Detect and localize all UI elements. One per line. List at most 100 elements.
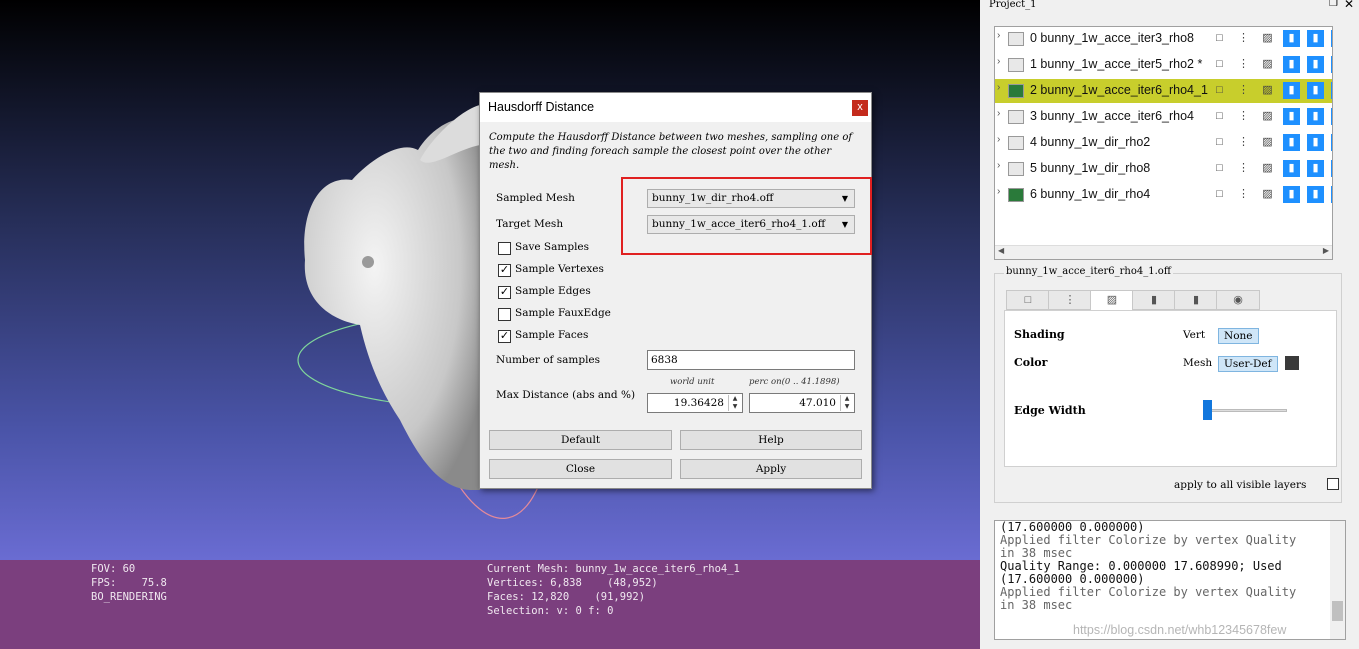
texture-icon[interactable]: ▮ bbox=[1307, 56, 1324, 73]
layer-visibility-icon[interactable] bbox=[1008, 58, 1024, 72]
flat-shade-icon[interactable]: ▮ bbox=[1283, 108, 1300, 125]
layer-visibility-icon[interactable] bbox=[1008, 84, 1024, 98]
smooth-icon[interactable]: ◉ bbox=[1331, 108, 1332, 125]
points-icon[interactable]: ⋮ bbox=[1235, 82, 1252, 99]
bbox-icon[interactable]: □ bbox=[1211, 30, 1228, 47]
smooth-icon[interactable]: ◉ bbox=[1331, 56, 1332, 73]
tab-wireframe-icon[interactable]: ▨ bbox=[1090, 290, 1134, 311]
smooth-icon[interactable]: ◉ bbox=[1331, 30, 1332, 47]
help-button[interactable]: Help bbox=[680, 430, 862, 450]
current-mesh-text: Current Mesh: bunny_1w_acce_iter6_rho4_1 bbox=[487, 563, 740, 575]
smooth-icon[interactable]: ◉ bbox=[1331, 186, 1332, 203]
expand-arrow-icon[interactable]: › bbox=[997, 160, 1000, 171]
color-swatch[interactable] bbox=[1285, 356, 1299, 370]
bbox-icon[interactable]: □ bbox=[1211, 56, 1228, 73]
bbox-icon[interactable]: □ bbox=[1211, 186, 1228, 203]
layer-row[interactable]: › 0 bunny_1w_acce_iter3_rho8 □ ⋮ ▨ ▮ ▮ ◉ bbox=[995, 27, 1332, 51]
mesh-color-button[interactable]: User-Def bbox=[1218, 356, 1278, 372]
flat-shade-icon[interactable]: ▮ bbox=[1283, 30, 1300, 47]
flat-shade-icon[interactable]: ▮ bbox=[1283, 160, 1300, 177]
flat-shade-icon[interactable]: ▮ bbox=[1283, 134, 1300, 151]
log-scrollbar[interactable] bbox=[1330, 521, 1345, 639]
layer-row[interactable]: › 4 bunny_1w_dir_rho2 □ ⋮ ▨ ▮ ▮ ◉ bbox=[995, 131, 1332, 155]
layer-row[interactable]: › 2 bunny_1w_acce_iter6_rho4_1□ ⋮ ▨ ▮ ▮ ◉ bbox=[995, 79, 1332, 103]
num-samples-input[interactable]: 6838 bbox=[647, 350, 855, 370]
layer-visibility-icon[interactable] bbox=[1008, 162, 1024, 176]
wireframe-icon[interactable]: ▨ bbox=[1259, 160, 1276, 177]
points-icon[interactable]: ⋮ bbox=[1235, 160, 1252, 177]
apply-button[interactable]: Apply bbox=[680, 459, 862, 479]
texture-icon[interactable]: ▮ bbox=[1307, 30, 1324, 47]
bbox-icon[interactable]: □ bbox=[1211, 134, 1228, 151]
apply-all-checkbox[interactable] bbox=[1327, 478, 1339, 490]
scroll-right-icon[interactable]: ▶ bbox=[1323, 246, 1329, 255]
world-unit-input[interactable]: 19.36428 ▲ ▼ bbox=[647, 393, 743, 413]
smooth-icon[interactable]: ◉ bbox=[1331, 82, 1332, 99]
bbox-icon[interactable]: □ bbox=[1211, 82, 1228, 99]
checkbox-sample-faces[interactable]: ✓ bbox=[498, 330, 511, 343]
bbox-icon[interactable]: □ bbox=[1211, 108, 1228, 125]
checkbox-save-samples[interactable] bbox=[498, 242, 511, 255]
float-window-icon[interactable]: ❐ bbox=[1329, 0, 1338, 9]
layer-visibility-icon[interactable] bbox=[1008, 188, 1024, 202]
horizontal-scrollbar[interactable]: ◀ ▶ bbox=[995, 245, 1332, 259]
vert-shading-button[interactable]: None bbox=[1218, 328, 1259, 344]
close-button[interactable]: Close bbox=[489, 459, 672, 479]
layer-visibility-icon[interactable] bbox=[1008, 110, 1024, 124]
wireframe-icon[interactable]: ▨ bbox=[1259, 82, 1276, 99]
points-icon[interactable]: ⋮ bbox=[1235, 56, 1252, 73]
smooth-icon[interactable]: ◉ bbox=[1331, 134, 1332, 151]
points-icon[interactable]: ⋮ bbox=[1235, 186, 1252, 203]
bbox-icon[interactable]: □ bbox=[1211, 160, 1228, 177]
percent-input[interactable]: 47.010 ▲ ▼ bbox=[749, 393, 855, 413]
layer-row[interactable]: › 3 bunny_1w_acce_iter6_rho4 □ ⋮ ▨ ▮ ▮ ◉ bbox=[995, 105, 1332, 129]
dialog-close-button[interactable]: x bbox=[852, 100, 868, 116]
mesh-stats: Current Mesh: bunny_1w_acce_iter6_rho4_1… bbox=[487, 562, 740, 618]
expand-arrow-icon[interactable]: › bbox=[997, 82, 1000, 93]
texture-icon[interactable]: ▮ bbox=[1307, 160, 1324, 177]
checkbox-sample-fauxedge[interactable] bbox=[498, 308, 511, 321]
texture-icon[interactable]: ▮ bbox=[1307, 108, 1324, 125]
texture-icon[interactable]: ▮ bbox=[1307, 82, 1324, 99]
tab-bbox-icon[interactable]: □ bbox=[1006, 290, 1050, 310]
points-icon[interactable]: ⋮ bbox=[1235, 134, 1252, 151]
layer-visibility-icon[interactable] bbox=[1008, 136, 1024, 150]
checkbox-sample-edges[interactable]: ✓ bbox=[498, 286, 511, 299]
expand-arrow-icon[interactable]: › bbox=[997, 30, 1000, 41]
wireframe-icon[interactable]: ▨ bbox=[1259, 56, 1276, 73]
layer-row[interactable]: › 1 bunny_1w_acce_iter5_rho2 * □ ⋮ ▨ ▮ ▮ ◉ bbox=[995, 53, 1332, 77]
wireframe-icon[interactable]: ▨ bbox=[1259, 186, 1276, 203]
expand-arrow-icon[interactable]: › bbox=[997, 56, 1000, 67]
flat-shade-icon[interactable]: ▮ bbox=[1283, 56, 1300, 73]
flat-shade-icon[interactable]: ▮ bbox=[1283, 186, 1300, 203]
spinner-arrows-icon[interactable]: ▲ ▼ bbox=[728, 395, 741, 411]
texture-icon[interactable]: ▮ bbox=[1307, 186, 1324, 203]
edge-width-slider[interactable] bbox=[1203, 409, 1287, 412]
layer-row[interactable]: › 5 bunny_1w_dir_rho8 □ ⋮ ▨ ▮ ▮ ◉ bbox=[995, 157, 1332, 181]
tab-flat-icon[interactable]: ▮ bbox=[1132, 290, 1176, 310]
scroll-left-icon[interactable]: ◀ bbox=[998, 246, 1004, 255]
dialog-title-bar[interactable]: Hausdorff Distance x bbox=[480, 93, 871, 122]
points-icon[interactable]: ⋮ bbox=[1235, 30, 1252, 47]
expand-arrow-icon[interactable]: › bbox=[997, 186, 1000, 197]
wireframe-icon[interactable]: ▨ bbox=[1259, 108, 1276, 125]
wireframe-icon[interactable]: ▨ bbox=[1259, 134, 1276, 151]
layer-visibility-icon[interactable] bbox=[1008, 32, 1024, 46]
checkbox-sample-vertexes[interactable]: ✓ bbox=[498, 264, 511, 277]
edge-width-slider-handle[interactable] bbox=[1203, 400, 1212, 420]
smooth-icon[interactable]: ◉ bbox=[1331, 160, 1332, 177]
panel-close-icon[interactable]: ✕ bbox=[1344, 0, 1354, 11]
tab-points-icon[interactable]: ⋮ bbox=[1048, 290, 1092, 310]
wireframe-icon[interactable]: ▨ bbox=[1259, 30, 1276, 47]
layer-row[interactable]: › 6 bunny_1w_dir_rho4 □ ⋮ ▨ ▮ ▮ ◉ bbox=[995, 183, 1332, 207]
points-icon[interactable]: ⋮ bbox=[1235, 108, 1252, 125]
expand-arrow-icon[interactable]: › bbox=[997, 134, 1000, 145]
spinner-arrows-icon[interactable]: ▲ ▼ bbox=[840, 395, 853, 411]
tab-texture-icon[interactable]: ▮ bbox=[1174, 290, 1218, 310]
expand-arrow-icon[interactable]: › bbox=[997, 108, 1000, 119]
default-button[interactable]: Default bbox=[489, 430, 672, 450]
tab-smooth-icon[interactable]: ◉ bbox=[1216, 290, 1260, 310]
layer-name: 6 bunny_1w_dir_rho4 bbox=[1030, 187, 1151, 201]
texture-icon[interactable]: ▮ bbox=[1307, 134, 1324, 151]
flat-shade-icon[interactable]: ▮ bbox=[1283, 82, 1300, 99]
